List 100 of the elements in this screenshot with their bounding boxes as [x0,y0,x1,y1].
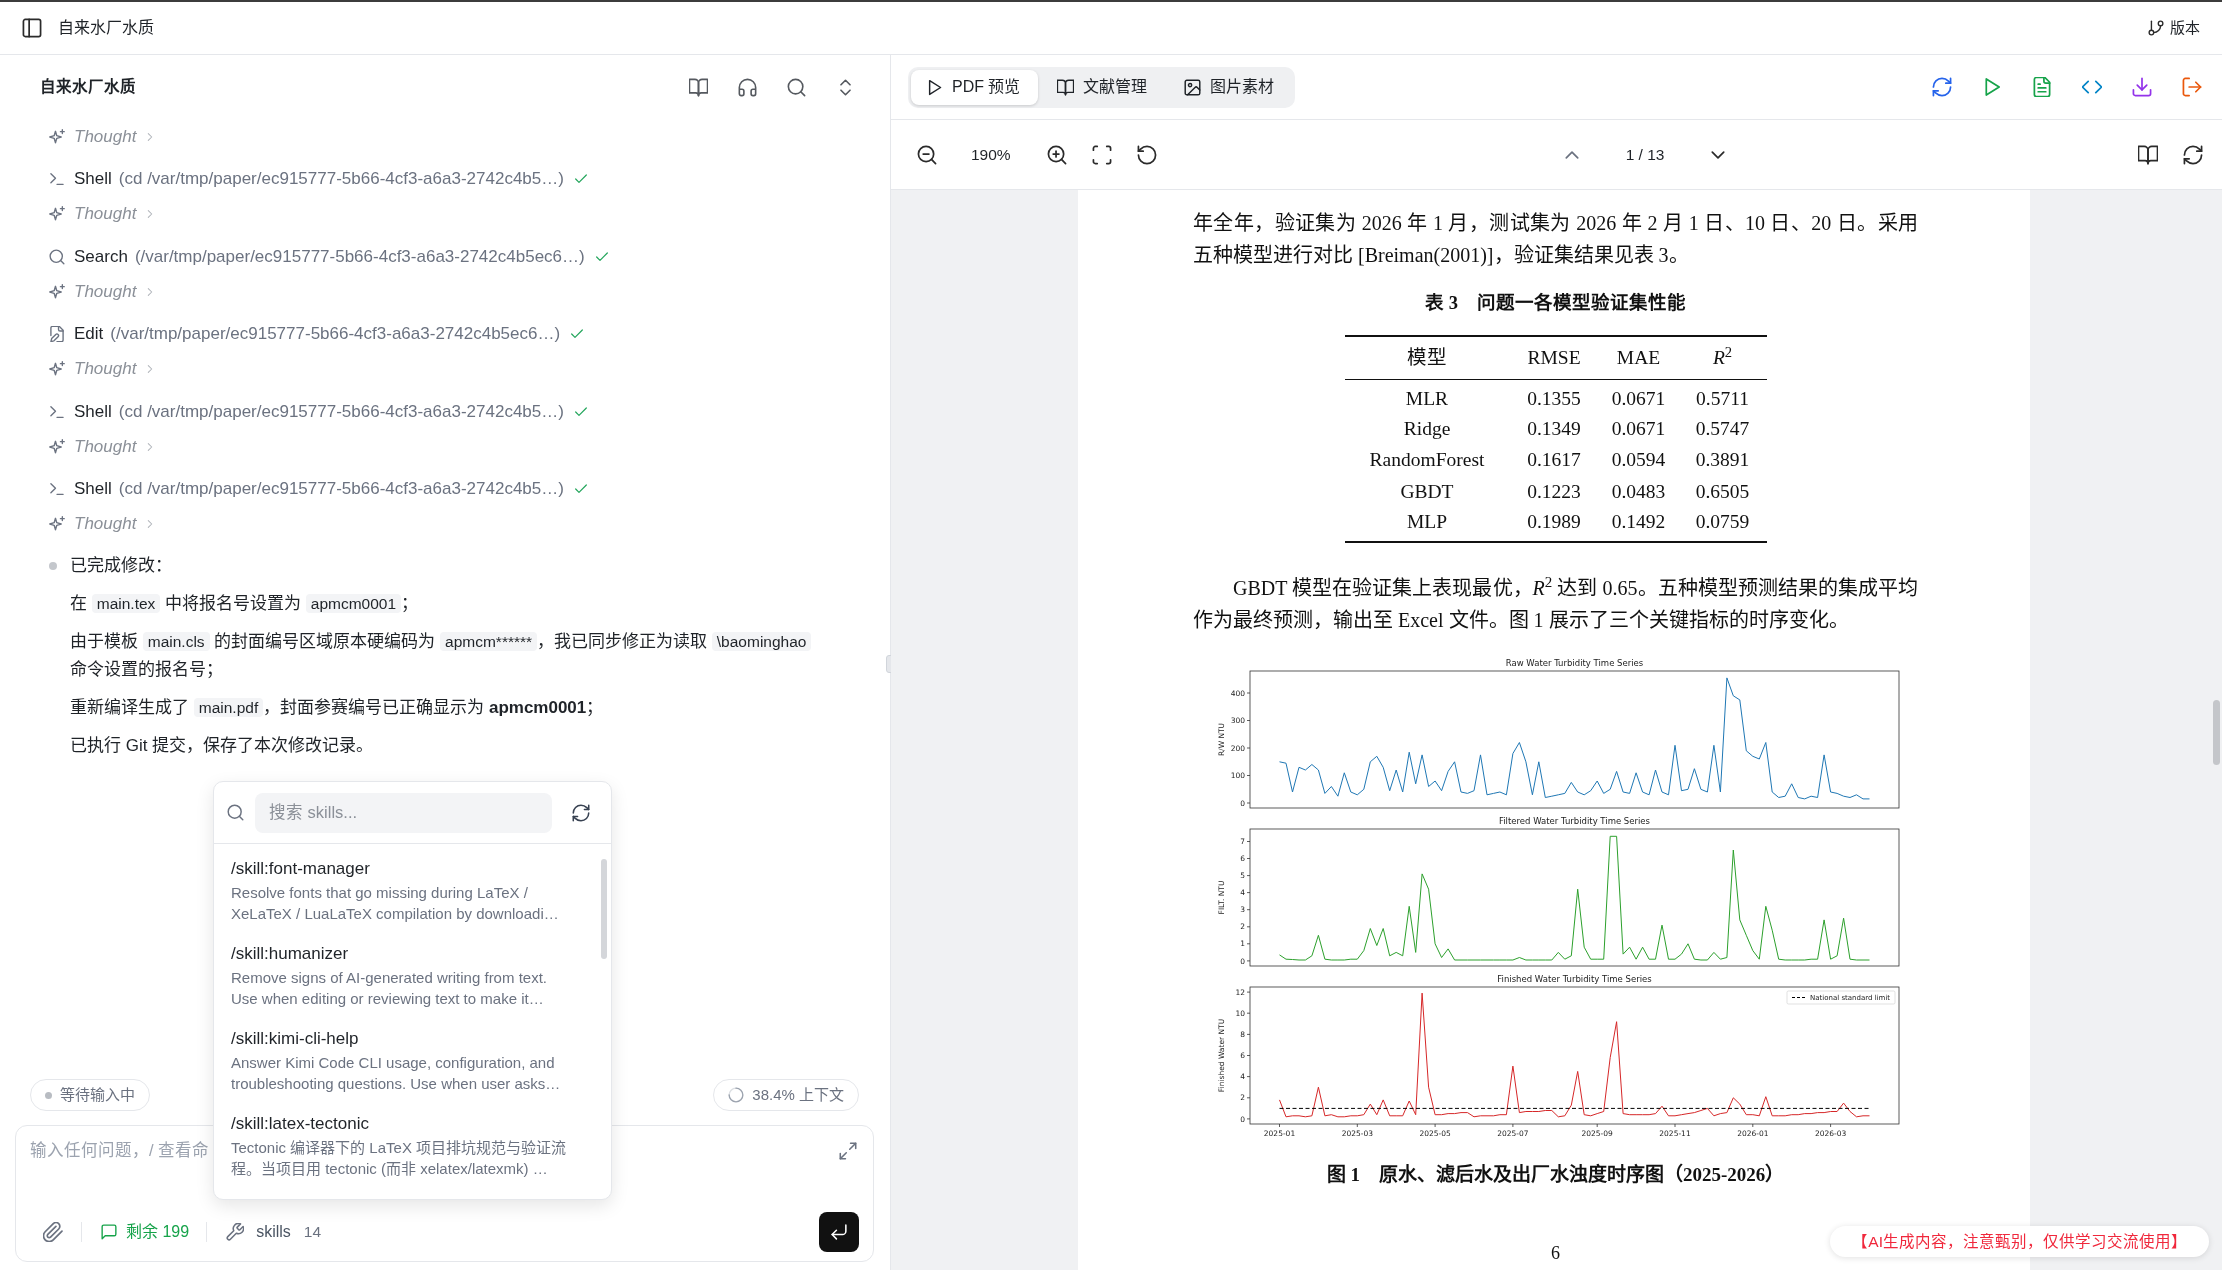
return-icon [830,1223,848,1241]
book-icon[interactable] [689,77,708,97]
table-cell-text: 0.6505 [1694,479,1751,504]
conversation-title: 自来水厂水质 [40,77,136,98]
table-cell-text: 0.1349 [1526,416,1582,441]
terminal-icon [49,481,65,497]
play-icon[interactable] [1982,77,2002,97]
chart-title: Raw Water Turbidity Time Series [1505,657,1643,668]
summary-line: 已执行 Git 提交，保存了本次修改记录。 [70,734,375,757]
code-icon[interactable] [2082,77,2102,97]
book-icon[interactable] [2138,144,2158,165]
table-cell: 0.1492 [1598,507,1679,542]
summary-line: 在 main.tex 中将报名号设置为 apmcm0001 ； [70,592,420,615]
body-paragraph: GBDT 模型在验证集上表现最优，R$^{2}$ 达到 0.65。五种模型预测结果的集成平均作为最终预测，输出至 Excel 文件。图 1 展示了三个关键指标的时序变化。 [1193,573,1918,633]
sparkle-icon [49,206,65,222]
chart-title: Filtered Water Turbidity Time Series [1498,815,1650,826]
tool-name: Search [74,245,128,268]
skill-name[interactable]: /skill:latex-tectonic [231,1111,369,1137]
page-number: 6 [1551,1241,1560,1265]
bullet-icon [49,561,57,570]
table-cell-text: 0.0594 [1610,448,1667,473]
table-cell-text: 0.0483 [1610,479,1667,504]
terminal-icon [49,171,65,187]
table-header-cell: MAE [1598,336,1679,379]
refresh-icon[interactable] [2183,144,2203,165]
image-icon [1184,78,1202,96]
zoom-in-icon[interactable] [1046,144,1067,165]
tab[interactable]: 图片素材 [1169,69,1293,105]
skill-name[interactable]: /skill:humanizer [231,941,349,967]
table-cell: 0.1989 [1509,507,1599,542]
tab[interactable]: PDF 预览 [911,69,1039,105]
tool-name: Shell [74,400,112,423]
table-header-cell: RMSE [1509,336,1599,379]
rotate-icon[interactable] [1136,144,1157,165]
skill-name[interactable]: /skill:kimi-cli-help [231,1026,359,1052]
table-cell-text: Ridge [1402,416,1452,441]
table-header-cell: 模型 [1344,336,1510,379]
skills-label[interactable]: skills [256,1220,291,1244]
scrollbar-thumb[interactable] [2213,700,2220,765]
logout-icon[interactable] [2182,77,2202,97]
table-cell-text: 0.1617 [1526,448,1582,473]
sparkle-icon [49,283,65,300]
fullscreen-icon[interactable] [1091,144,1112,165]
table-cell-text: 0.1223 [1526,479,1582,504]
tool-name: Shell [74,478,112,501]
book-icon [1057,78,1075,96]
summary-heading: 已完成修改： [70,554,172,577]
table-cell: MLP [1344,507,1510,542]
remaining-quota: 剩余 199 [126,1222,190,1242]
scrollbar-thumb[interactable] [601,859,607,959]
tab[interactable]: 文献管理 [1042,69,1166,105]
skill-name[interactable]: /skill:font-manager [231,856,370,882]
play-icon [926,78,943,96]
paperclip-icon[interactable] [43,1222,63,1242]
tool-arguments: (cd /var/tmp/paper/ec915777-5b66-4cf3-a6a3-2742c4b5…) [118,168,564,191]
table-cell-text: RandomForest [1368,448,1486,473]
chat-bubble-icon [101,1224,117,1240]
sparkle-icon [49,128,65,145]
page-indicator: 1 / 13 [1625,144,1665,165]
table-cell: 0.0759 [1678,507,1767,542]
version-button[interactable]: 版本 [2148,16,2200,40]
summary-line: 由于模板 main.cls 的封面编号区域原本硬编码为 apmcm****** ，我已同步修正为读取 \baominghao 命令设置的报名号； [70,627,820,684]
table-cell: MLR [1344,379,1510,413]
table-cell-text: 0.0671 [1610,416,1667,441]
table-cell: 0.0671 [1598,379,1679,413]
headphones-icon[interactable] [738,77,757,97]
sparkle-icon [49,516,65,532]
zoom-out-icon[interactable] [917,144,937,165]
tool-arguments: (/var/tmp/paper/ec915777-5b66-4cf3-a6a3-2742c4b5ec6…) [110,323,561,346]
table-caption: 表 3 问题一各模型验证集性能 [1424,291,1687,315]
skill-description: Resolve fonts that go missing during LaTeX / XeLaTeX / LuaLaTeX compilation by downloadi… [231,883,560,924]
context-text: 38.4% 上下文 [752,1084,844,1105]
ai-content-notice: 【AI生成内容，注意甄别，仅供学习交流使用】 [1830,1226,2209,1257]
send-button[interactable] [819,1212,859,1252]
skills-search-field[interactable]: 搜索 skills... [255,792,552,833]
sidebar-toggle-icon[interactable] [22,18,42,38]
table-cell: 0.5711 [1678,379,1767,413]
branch-icon [2148,20,2164,36]
search-icon [49,248,65,265]
status-dot-icon [45,1091,52,1099]
skill-description: Tectonic 编译器下的 LaTeX 项目排坑规范与验证流程。当项目用 tectonic (而非 xelatex/latexmk) … [231,1138,568,1179]
download-icon[interactable] [2132,77,2152,97]
refresh-icon[interactable] [572,803,590,822]
file-edit-icon [49,326,65,342]
summary-line: 重新编译生成了 main.pdf ，封面参赛编号已正确显示为 apmcm0001； [70,696,605,719]
terminal-icon [49,403,65,420]
sparkle-icon [49,361,65,377]
figure-caption: 图 1 原水、滤后水及出厂水浊度时序图（2025-2026） [1325,1162,1786,1187]
wrench-icon [226,1223,245,1241]
expand-icon[interactable] [839,1142,857,1160]
status-text: 等待输入中 [60,1084,135,1105]
zoom-level: 190% [971,144,1011,165]
chart-title: Finished Water Turbidity Time Series [1496,973,1652,984]
search-icon[interactable] [787,77,806,97]
search-icon [227,804,244,821]
tool-arguments: (cd /var/tmp/paper/ec915777-5b66-4cf3-a6a3-2742c4b5…) [118,478,564,501]
document-icon[interactable] [2032,77,2052,97]
tool-arguments: (cd /var/tmp/paper/ec915777-5b66-4cf3-a6a3-2742c4b5…) [118,400,564,423]
table-cell-text: GBDT [1399,479,1455,504]
skill-description: Remove signs of AI-generated writing from text. Use when editing or reviewing text to make it… [231,968,548,1009]
